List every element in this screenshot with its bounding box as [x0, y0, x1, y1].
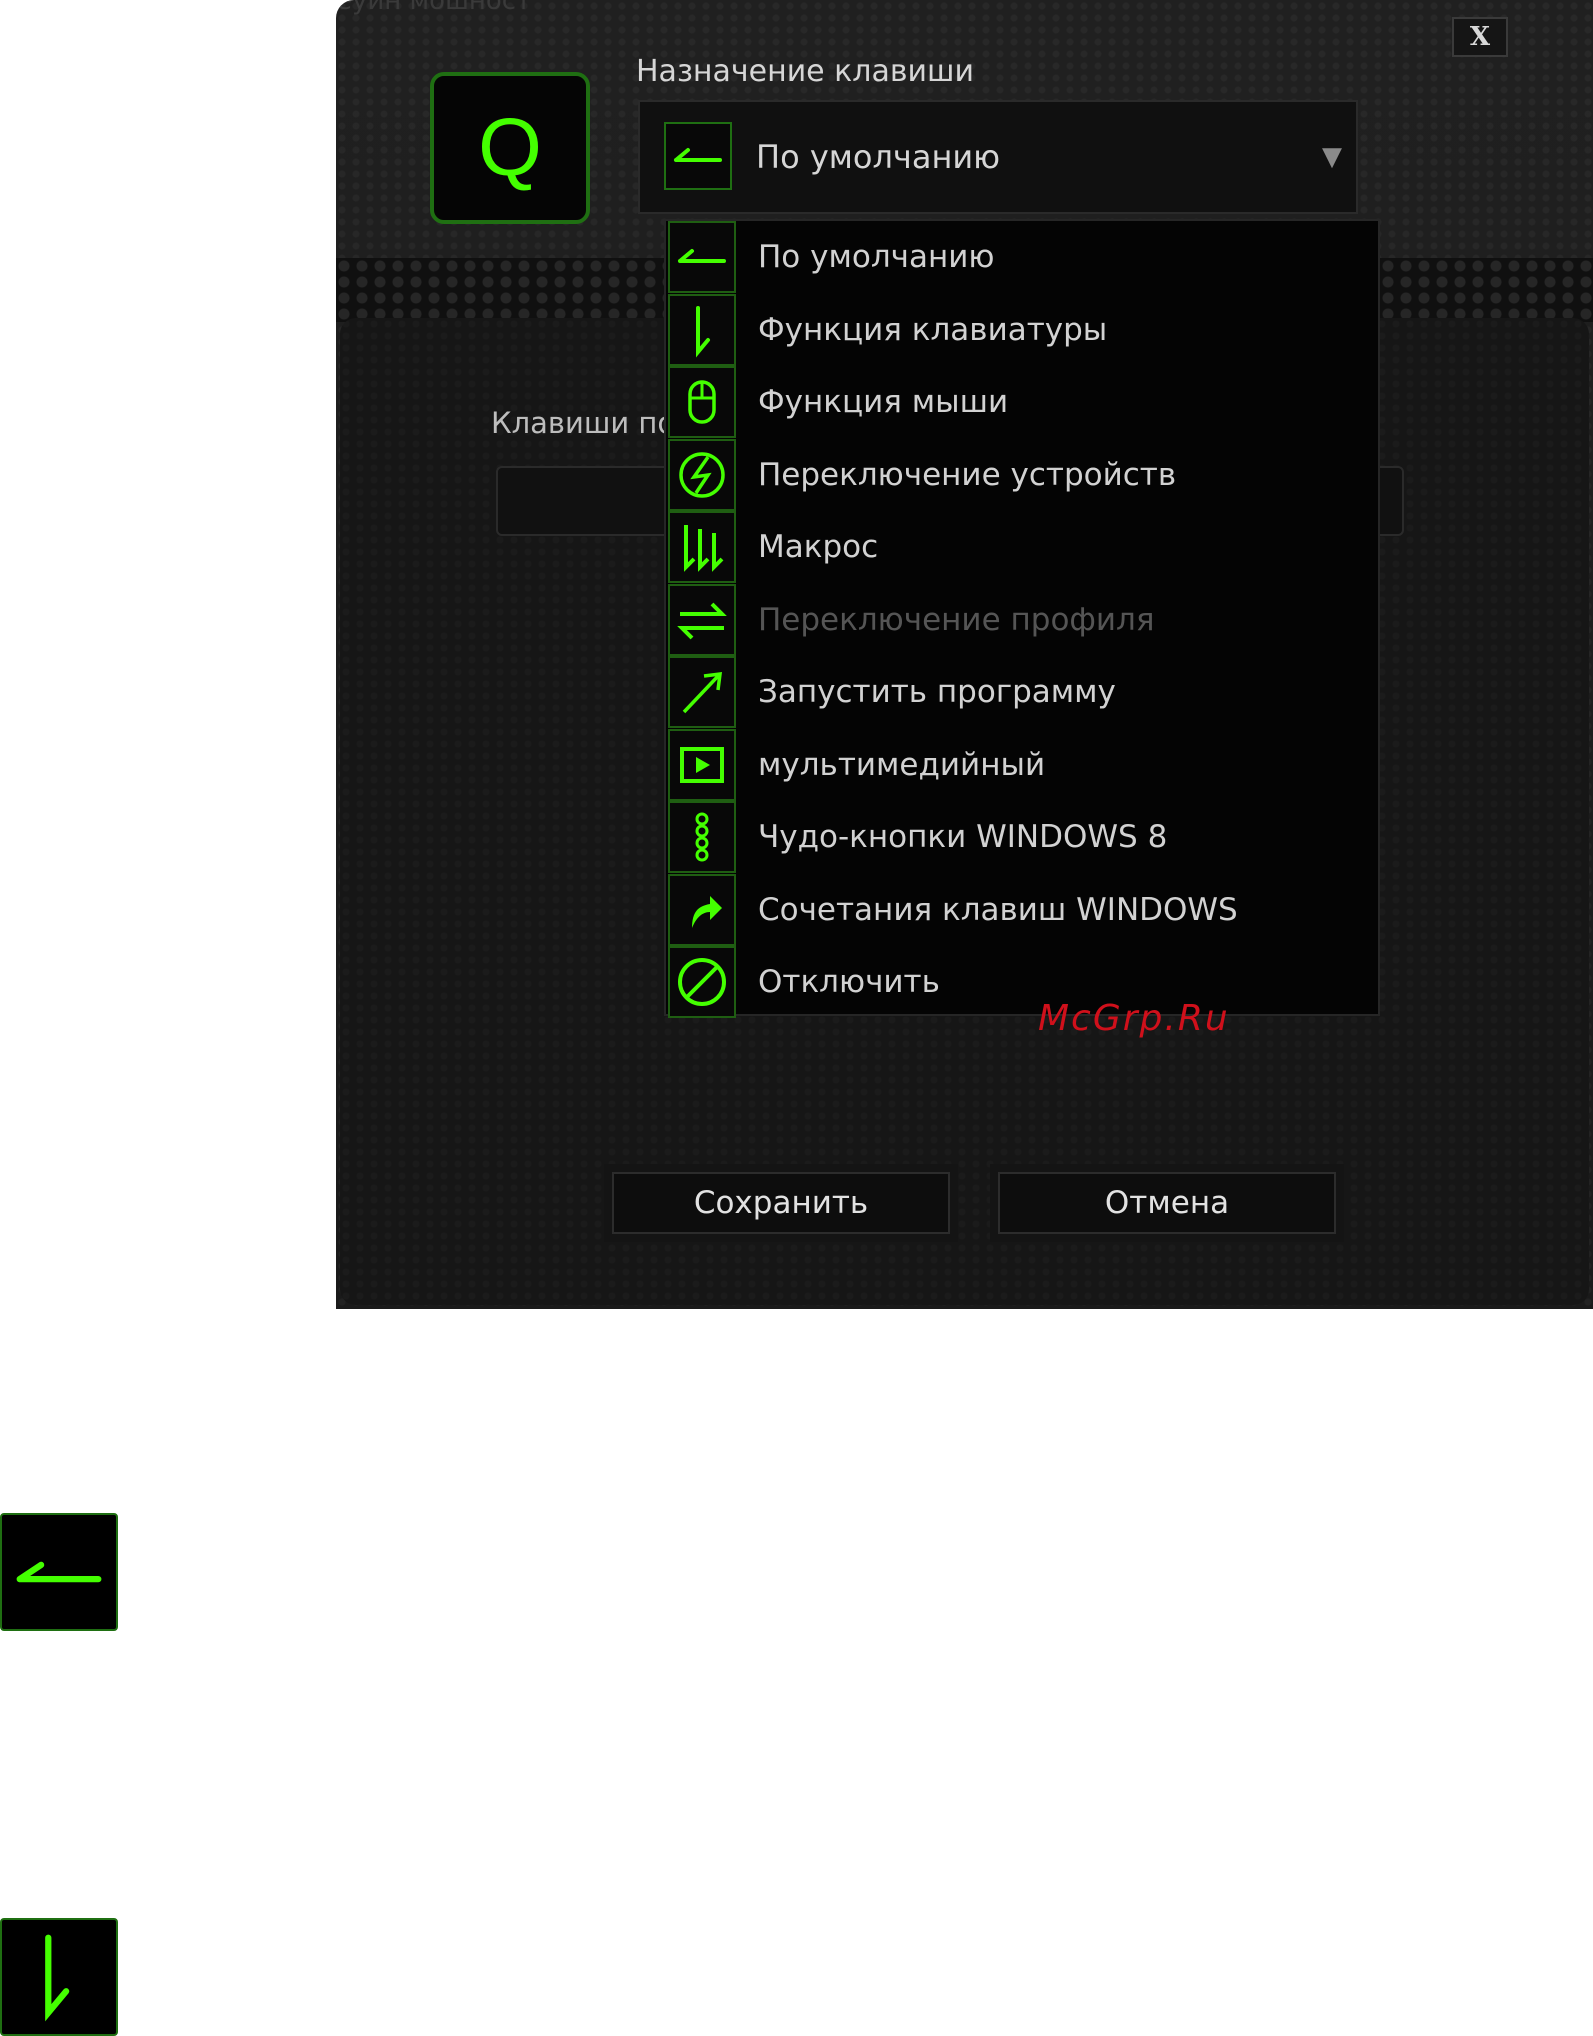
menu-item-label: По умолчанию [758, 239, 995, 275]
default-arrow-icon [664, 122, 732, 190]
menu-item-label: Переключение профиля [758, 601, 1155, 638]
menu-item-macro[interactable]: Макрос [666, 511, 1378, 584]
menu-item-label: мультимедийный [758, 746, 1046, 783]
menu-item-label: Функция мыши [758, 384, 1009, 420]
background-tab-text: еуин мошност [336, 0, 532, 16]
menu-item-keyboard-function[interactable]: Функция клавиатуры [666, 293, 1378, 367]
chevron-down-icon[interactable]: ▼ [1322, 142, 1342, 172]
mouse-icon [668, 366, 736, 438]
key-assignment-dialog: еуин мошност X Q Назначение клавиши По у… [336, 0, 1593, 1309]
charms-icon [668, 801, 736, 873]
menu-item-profile-switch: Переключение профиля [666, 583, 1378, 657]
disable-icon [668, 946, 736, 1018]
menu-item-launch-program[interactable]: Запустить программу [666, 656, 1378, 729]
menu-item-label: Макрос [758, 529, 879, 565]
macro-icon [668, 511, 736, 583]
close-button[interactable]: X [1452, 17, 1508, 57]
keyboard-function-icon [0, 1918, 118, 2036]
menu-item-label: Запустить программу [758, 674, 1116, 710]
assignment-label: Назначение клавиши [636, 54, 974, 89]
keyboard-function-icon [668, 293, 736, 366]
assignment-dropdown[interactable]: По умолчанию ▼ [638, 100, 1358, 214]
launch-program-icon [668, 656, 736, 728]
windows-shortcut-icon [668, 873, 736, 946]
background-section-label: Клавиши по [491, 406, 676, 440]
menu-item-mouse-function[interactable]: Функция мыши [666, 366, 1378, 439]
multimedia-icon [668, 728, 736, 801]
menu-item-default[interactable]: По умолчанию [666, 221, 1378, 294]
watermark: McGrp.Ru [1038, 998, 1230, 1039]
menu-item-charms[interactable]: Чудо-кнопки WINDOWS 8 [666, 801, 1378, 874]
default-arrow-icon [0, 1513, 118, 1631]
menu-item-multimedia[interactable]: мультимедийный [666, 728, 1378, 802]
menu-item-disable[interactable]: Отключить [666, 946, 1378, 1019]
menu-item-label: Отключить [758, 964, 940, 1000]
device-switch-icon [668, 438, 736, 511]
menu-item-label: Функция клавиатуры [758, 311, 1108, 348]
default-arrow-icon [668, 221, 736, 293]
menu-item-label: Чудо-кнопки WINDOWS 8 [758, 819, 1168, 855]
key-preview: Q [430, 72, 590, 224]
menu-item-label: Переключение устройств [758, 456, 1177, 493]
dropdown-selected-value: По умолчанию [756, 138, 1001, 176]
menu-item-windows-shortcut[interactable]: Сочетания клавиш WINDOWS [666, 873, 1378, 947]
save-button[interactable]: Сохранить [604, 1164, 958, 1242]
assignment-menu: По умолчанию Функция клавиатуры Функция … [664, 219, 1380, 1019]
menu-item-device-switch[interactable]: Переключение устройств [666, 438, 1378, 512]
profile-switch-icon [668, 583, 736, 656]
menu-item-label: Сочетания клавиш WINDOWS [758, 891, 1238, 928]
cancel-button[interactable]: Отмена [990, 1164, 1344, 1242]
